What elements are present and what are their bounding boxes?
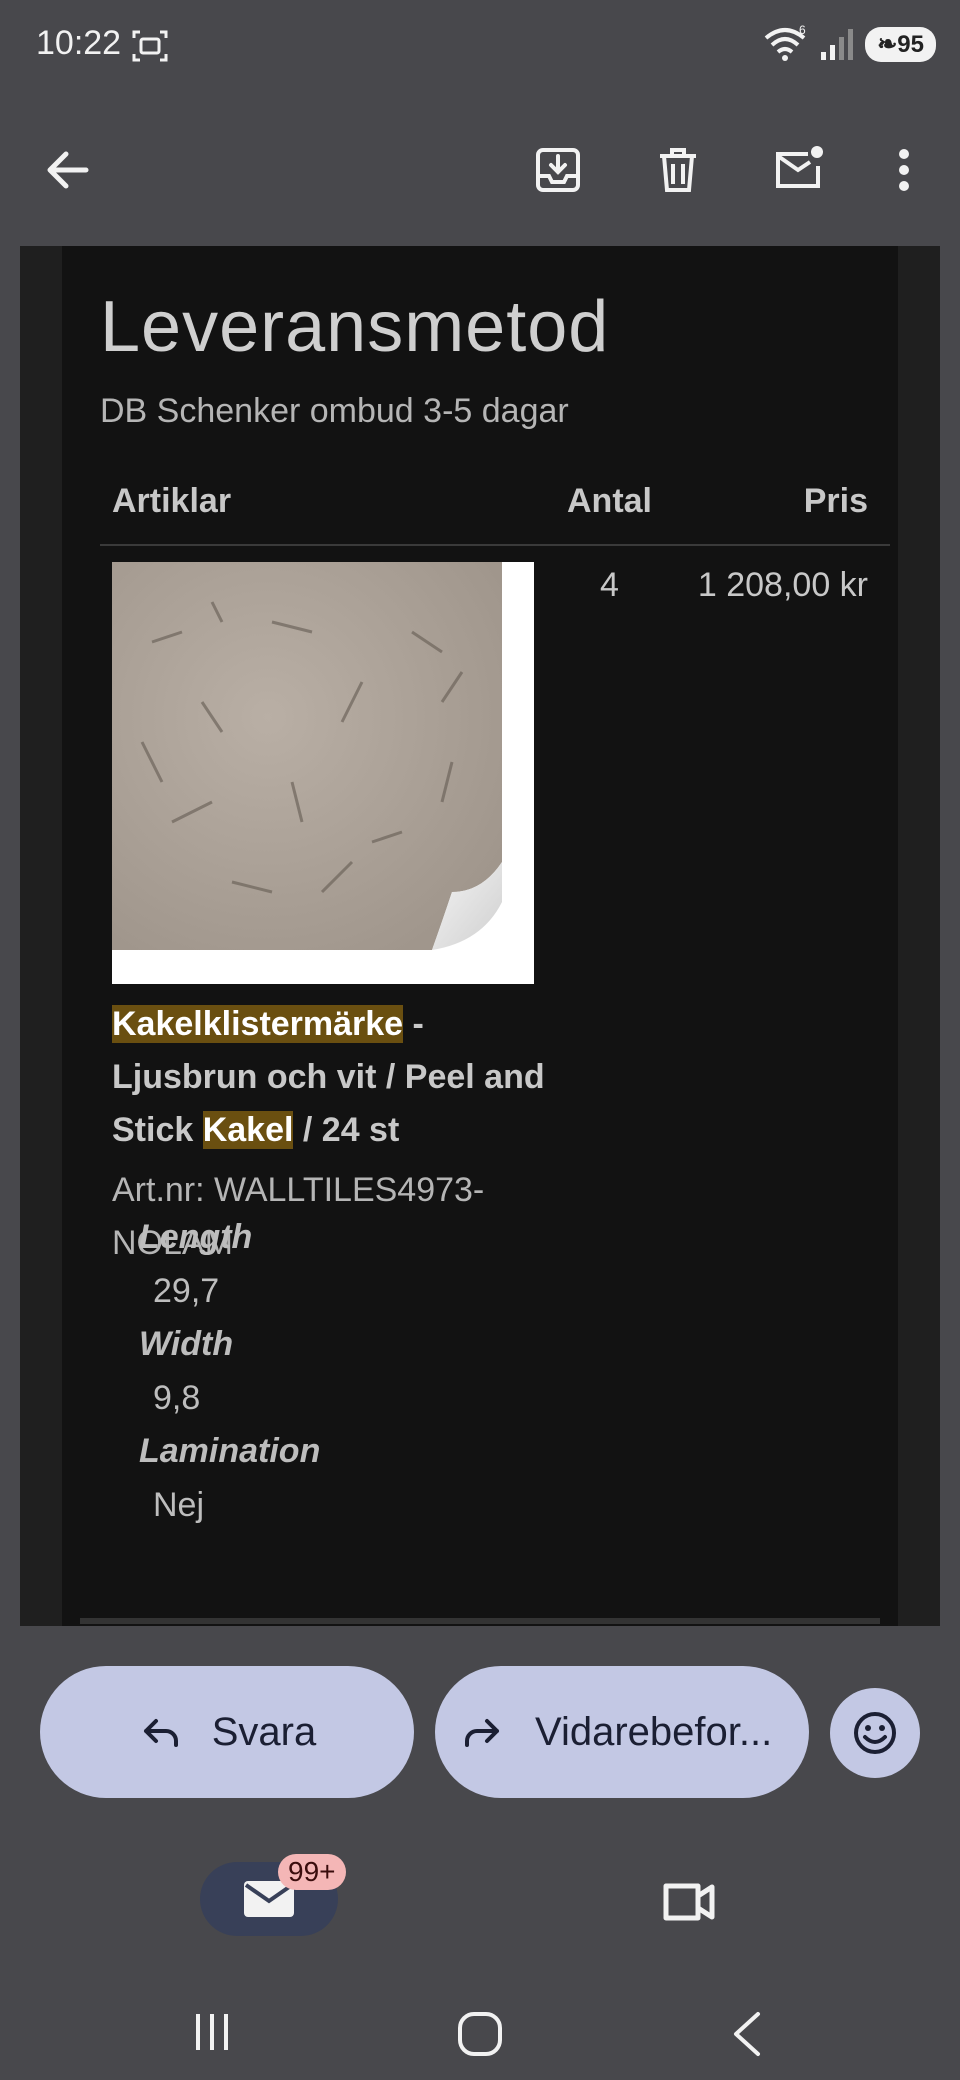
- attribute-key: Width: [139, 1325, 234, 1363]
- column-header-price: Pris: [803, 482, 868, 520]
- unread-count-badge: 99+: [278, 1854, 346, 1890]
- reply-bar: Svara Vidarebefor...: [0, 1626, 960, 1840]
- screenshot-icon: [132, 30, 168, 62]
- recent-apps-icon[interactable]: [190, 2010, 234, 2054]
- mark-unread-icon[interactable]: [770, 142, 826, 198]
- home-icon[interactable]: [456, 2010, 504, 2058]
- item-price: 1 208,00 kr: [697, 566, 868, 604]
- shipping-method: DB Schenker ombud 3-5 dagar: [100, 392, 569, 430]
- attribute-value: Nej: [153, 1486, 205, 1524]
- email-body[interactable]: Leveransmetod DB Schenker ombud 3-5 daga…: [20, 246, 940, 1626]
- forward-label: Vidarebefor...: [535, 1709, 773, 1754]
- battery-leaf-icon: ❧: [877, 30, 898, 58]
- status-time: 10:22: [36, 24, 122, 62]
- divider: [80, 1618, 880, 1624]
- more-options-icon[interactable]: [876, 142, 932, 198]
- meet-tab[interactable]: [660, 1876, 720, 1928]
- search-highlight: Kakelklistermärke: [112, 1005, 404, 1043]
- order-summary-card: Leveransmetod DB Schenker ombud 3-5 daga…: [62, 246, 898, 1626]
- system-back-icon[interactable]: [728, 2010, 768, 2058]
- bottom-navigation: 99+: [0, 1840, 960, 2080]
- reply-button[interactable]: Svara: [40, 1666, 414, 1798]
- forward-button[interactable]: Vidarebefor...: [435, 1666, 809, 1798]
- product-name-text: / 24 st: [293, 1111, 400, 1149]
- column-header-articles: Artiklar: [112, 482, 232, 520]
- attribute-key: Lamination: [139, 1432, 321, 1470]
- product-image[interactable]: [112, 562, 534, 984]
- column-header-quantity: Antal: [567, 482, 652, 520]
- signal-icon: [821, 29, 854, 60]
- table-divider: [100, 544, 890, 546]
- attribute-key: Length: [139, 1218, 253, 1256]
- shipping-title: Leveransmetod: [100, 287, 610, 367]
- wifi-generation-label: 6: [799, 24, 806, 37]
- reply-icon: [143, 1719, 178, 1747]
- battery-indicator: ❧95: [865, 26, 936, 62]
- back-arrow-icon[interactable]: [40, 142, 96, 198]
- search-highlight: Kakel: [202, 1111, 294, 1149]
- wifi-icon: 6: [764, 24, 806, 61]
- attribute-value: 9,8: [153, 1379, 201, 1417]
- reply-label: Svara: [211, 1709, 317, 1754]
- archive-icon[interactable]: [530, 142, 586, 198]
- forward-icon: [465, 1719, 499, 1747]
- video-camera-icon: [663, 1883, 715, 1921]
- delete-icon[interactable]: [650, 142, 706, 198]
- emoji-reaction-button[interactable]: [830, 1688, 920, 1778]
- email-toolbar: [0, 90, 960, 246]
- smiley-icon: [854, 1712, 896, 1754]
- product-name[interactable]: Kakelklistermärke - Ljusbrun och vit / P…: [112, 998, 552, 1157]
- battery-level: 95: [897, 30, 924, 58]
- item-quantity: 4: [600, 566, 619, 604]
- status-bar: 10:22 6 ❧95: [0, 0, 960, 90]
- attribute-value: 29,7: [153, 1272, 220, 1310]
